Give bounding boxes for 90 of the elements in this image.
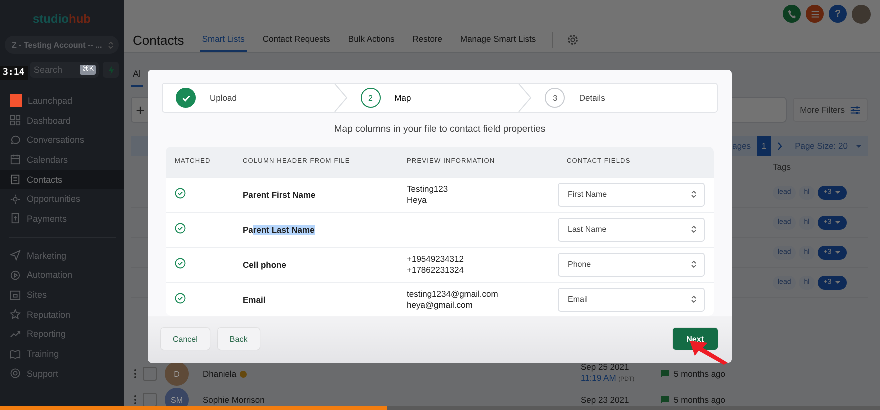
step-indicator: 3 (545, 88, 566, 108)
avatar: D (165, 362, 189, 386)
phone-icon (786, 8, 798, 20)
page-size-dropdown[interactable]: Page Size: 20 (795, 141, 862, 151)
tab[interactable]: Smart Lists (200, 28, 247, 52)
updown-icon (108, 40, 114, 50)
target-icon (10, 194, 21, 205)
book-icon (10, 348, 21, 360)
sidebar-item[interactable]: Training (0, 344, 124, 364)
page-button[interactable]: 1 (757, 136, 772, 156)
sidebar-item[interactable]: Automation (0, 266, 124, 286)
sidebar-item[interactable]: Conversations (0, 130, 124, 150)
video-progress-bar[interactable] (0, 406, 880, 410)
sidebar-item[interactable]: Payments (0, 209, 124, 229)
sidebar-item[interactable]: Sites (0, 285, 124, 305)
table-cell-text: +19549234312 +17862231324 (406, 254, 465, 276)
settings-icon[interactable] (567, 34, 580, 46)
star-icon (10, 309, 21, 320)
date-text: Sep 25 2021 (581, 362, 630, 373)
select-field[interactable]: Phone (558, 252, 705, 277)
select-field[interactable]: Last Name (558, 218, 705, 242)
page-title: Contacts (133, 32, 184, 50)
sidebar-item[interactable]: Dashboard (0, 110, 124, 130)
activity-text: 5 months ago (674, 395, 726, 405)
sidebar-item[interactable]: Reputation (0, 304, 124, 325)
message-icon (661, 396, 669, 404)
paper-plane-icon (10, 250, 21, 262)
tab[interactable]: Manage Smart Lists (458, 28, 538, 52)
table-cell-text: testing1234@gmail.com heya@gmail.com (406, 288, 500, 311)
phone-button[interactable] (783, 5, 801, 23)
plus-icon (135, 104, 146, 116)
pagination-label: ages (732, 141, 752, 151)
date-text: Sep 23 2021 (581, 394, 630, 406)
message-icon (661, 370, 669, 378)
step-label: Details (579, 93, 606, 103)
updown-icon (691, 260, 697, 270)
updown-icon (691, 225, 697, 234)
table-cell-text: Email (242, 294, 267, 305)
browser-icon (10, 290, 21, 301)
select-field[interactable]: Email (558, 288, 705, 312)
sidebar-item[interactable]: Calendars (0, 150, 124, 170)
table-cell-text: Parent Last Name (242, 224, 316, 235)
tab[interactable]: Al (131, 69, 144, 87)
receipt-icon (10, 213, 21, 224)
video-timestamp: 3:14 (0, 66, 28, 80)
drag-handle-icon[interactable] (134, 369, 137, 379)
avatar[interactable] (852, 4, 871, 24)
lifebuoy-icon (10, 368, 21, 380)
square-icon (10, 94, 22, 108)
calendar-icon (10, 154, 21, 166)
sidebar-item[interactable]: Marketing (0, 246, 124, 266)
grid-icon (10, 115, 21, 126)
cancel-button[interactable]: Cancel (161, 328, 210, 350)
sidebar-item[interactable]: Reporting (0, 324, 124, 344)
sidebar-item[interactable]: Support (0, 364, 124, 384)
sliders-icon (850, 104, 861, 116)
select-field[interactable]: First Name (558, 182, 705, 207)
tasks-button[interactable] (806, 5, 824, 23)
lightning-button[interactable] (103, 62, 119, 78)
updown-icon (691, 295, 697, 304)
table-cell-text: Testing123 Heya (406, 184, 450, 206)
sidebar-item[interactable]: Opportunities (0, 189, 124, 210)
column-header: Tags (773, 162, 791, 172)
list-icon (810, 8, 820, 20)
back-button[interactable]: Back (218, 328, 260, 350)
contact-name[interactable]: Dhaniela (203, 369, 237, 379)
sidebar-item[interactable]: Launchpad (0, 91, 124, 111)
instructions-text: Map columns in your file to contact field properties (333, 124, 547, 137)
tab[interactable]: Bulk Actions (346, 28, 397, 52)
tab[interactable]: Restore (410, 28, 444, 52)
tab[interactable]: Contact Requests (260, 28, 332, 52)
drag-handle-icon[interactable] (134, 395, 137, 405)
table-cell-text: Parent First Name (242, 190, 317, 200)
help-button[interactable]: ? (829, 5, 847, 23)
checkbox[interactable] (143, 367, 157, 381)
play-icon (10, 270, 21, 281)
trend-icon (10, 328, 21, 340)
updown-icon (691, 190, 697, 200)
chat-icon (10, 134, 21, 146)
address-book-icon (10, 174, 21, 186)
sidebar-item[interactable]: Contacts (0, 170, 124, 190)
activity-text: 5 months ago (674, 369, 726, 379)
next-page-icon[interactable] (777, 142, 784, 150)
step-label: Map (394, 93, 412, 103)
table-cell-text: Cell phone (242, 260, 288, 270)
step-indicator: 2 (360, 88, 381, 108)
more-filters-button[interactable]: More Filters (793, 98, 868, 122)
step-label: Upload (210, 93, 237, 103)
contact-name[interactable]: Sophie Morrison (203, 395, 265, 405)
avatar: SM (165, 388, 189, 406)
